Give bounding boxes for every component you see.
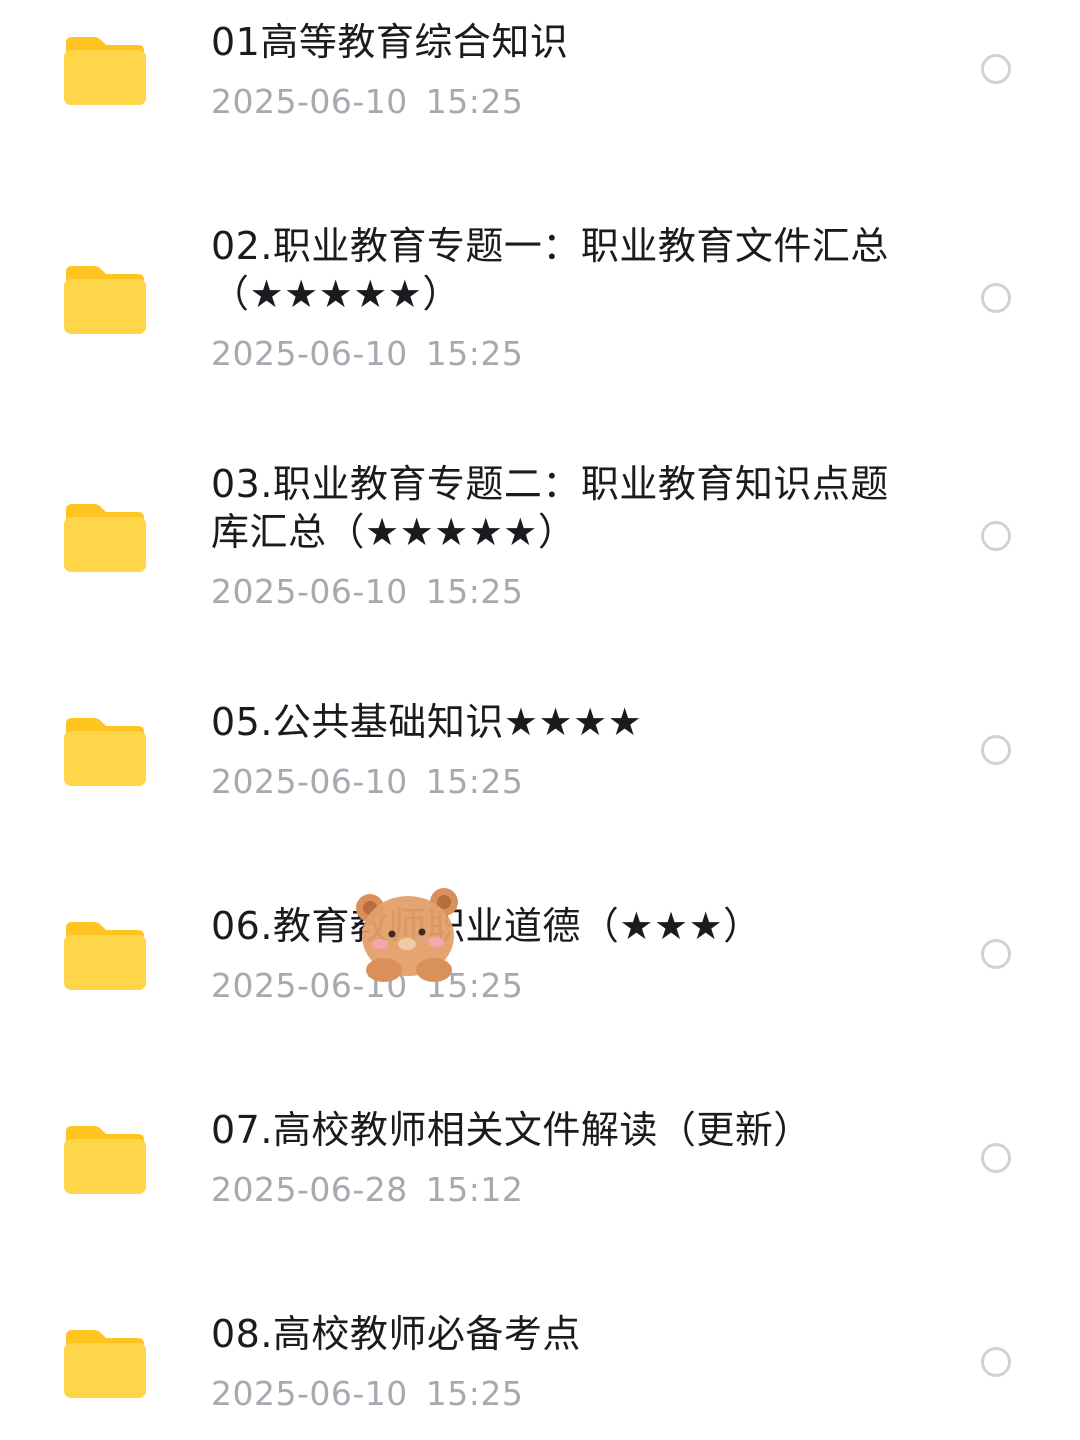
- file-info: 01高等教育综合知识 2025-06-10 15:25: [211, 18, 911, 122]
- select-radio[interactable]: [981, 939, 1011, 969]
- file-name: 07.高校教师相关文件解读（更新）: [211, 1108, 812, 1152]
- file-time: 15:12: [425, 1170, 524, 1209]
- select-radio[interactable]: [981, 521, 1011, 551]
- file-timestamp: 2025-06-10 15:25: [211, 82, 911, 122]
- file-timestamp: 2025-06-10 15:25: [211, 1374, 911, 1414]
- select-radio[interactable]: [981, 735, 1011, 765]
- select-radio[interactable]: [981, 1143, 1011, 1173]
- folder-icon: [62, 500, 148, 574]
- file-name: 08.高校教师必备考点: [211, 1312, 581, 1356]
- file-info: 07.高校教师相关文件解读（更新） 2025-06-28 15:12: [211, 1106, 911, 1210]
- file-name: 01高等教育综合知识: [211, 20, 569, 64]
- file-date: 2025-06-10: [211, 572, 408, 611]
- file-date: 2025-06-10: [211, 1374, 408, 1413]
- file-time: 15:25: [425, 762, 524, 801]
- file-time: 15:25: [425, 82, 524, 121]
- select-radio[interactable]: [981, 54, 1011, 84]
- file-info: 02.职业教育专题一：职业教育文件汇总（★★★★★） 2025-06-10 15:…: [211, 222, 911, 374]
- file-date: 2025-06-10: [211, 762, 408, 801]
- file-time: 15:25: [425, 334, 524, 373]
- bear-sticker: [352, 884, 467, 984]
- file-timestamp: 2025-06-10 15:25: [211, 762, 911, 802]
- file-info: 06.教育教师职业道德（★★★） 2025-06-10 15:25: [211, 902, 911, 1006]
- file-name: 05.公共基础知识★★★★: [211, 700, 643, 744]
- folder-icon: [62, 262, 148, 336]
- file-date: 2025-06-10: [211, 82, 408, 121]
- file-date: 2025-06-28: [211, 1170, 408, 1209]
- file-info: 03.职业教育专题二：职业教育知识点题库汇总（★★★★★） 2025-06-10…: [211, 460, 911, 612]
- file-timestamp: 2025-06-10 15:25: [211, 572, 911, 612]
- file-timestamp: 2025-06-10 15:25: [211, 334, 911, 374]
- folder-icon: [62, 1326, 148, 1400]
- file-name: 03.职业教育专题二：职业教育知识点题库汇总（★★★★★）: [211, 462, 889, 554]
- select-radio[interactable]: [981, 1347, 1011, 1377]
- file-name: 02.职业教育专题一：职业教育文件汇总（★★★★★）: [211, 224, 889, 316]
- file-timestamp: 2025-06-28 15:12: [211, 1170, 911, 1210]
- folder-icon: [62, 714, 148, 788]
- file-time: 15:25: [425, 1374, 524, 1413]
- folder-icon: [62, 918, 148, 992]
- file-info: 05.公共基础知识★★★★ 2025-06-10 15:25: [211, 698, 911, 802]
- file-list: 01高等教育综合知识 2025-06-10 15:25 02.职业教育专题一：职业…: [0, 0, 1080, 1440]
- file-time: 15:25: [425, 572, 524, 611]
- file-date: 2025-06-10: [211, 334, 408, 373]
- folder-icon: [62, 1122, 148, 1196]
- file-timestamp: 2025-06-10 15:25: [211, 966, 911, 1006]
- select-radio[interactable]: [981, 283, 1011, 313]
- folder-icon: [62, 33, 148, 107]
- file-name: 06.教育教师职业道德（★★★）: [211, 904, 762, 948]
- file-info: 08.高校教师必备考点 2025-06-10 15:25: [211, 1310, 911, 1414]
